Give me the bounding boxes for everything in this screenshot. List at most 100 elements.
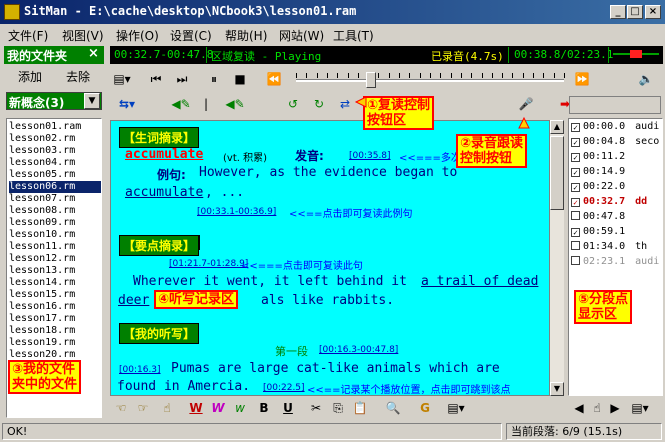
repeat-mode-icon[interactable]: ⇆▾ xyxy=(112,96,142,112)
fast-forward-icon[interactable]: ⏩ xyxy=(574,71,590,87)
checkbox[interactable]: ✓ xyxy=(571,228,580,237)
stop-icon[interactable]: ■ xyxy=(232,71,248,87)
minimize-button[interactable]: _ xyxy=(610,5,626,19)
checkbox[interactable] xyxy=(571,211,580,220)
close-button[interactable]: × xyxy=(645,5,661,19)
add-file-button[interactable]: 添加 xyxy=(18,68,42,85)
segment-options-icon[interactable]: ▤▾ xyxy=(630,400,650,416)
dictation-timestamp-1[interactable]: [00:16.3] xyxy=(119,365,161,375)
font-purple-icon[interactable]: W xyxy=(210,400,226,416)
file-item[interactable]: lesson12.rm xyxy=(9,253,101,265)
folder-select[interactable]: 新概念(3) ▼ xyxy=(6,92,102,110)
menu-tools[interactable]: 工具(T) xyxy=(333,27,374,44)
bold-icon[interactable]: B xyxy=(256,400,272,416)
mark-start-icon[interactable]: ◀✎ xyxy=(168,96,194,112)
checkbox[interactable] xyxy=(571,241,580,250)
font-red-icon[interactable]: W xyxy=(188,400,204,416)
segment-next-icon[interactable]: ▶ xyxy=(608,400,622,416)
paste-icon[interactable]: 📋 xyxy=(352,400,368,416)
menu-operate[interactable]: 操作(O) xyxy=(116,27,159,44)
close-icon[interactable]: × xyxy=(88,46,99,61)
find-icon[interactable]: 🔍 xyxy=(384,400,402,416)
segment-item[interactable]: ✓ 00:00.0 audi xyxy=(571,120,662,134)
file-item[interactable]: lesson06.rm xyxy=(9,181,101,193)
file-item[interactable]: lesson19.rm xyxy=(9,337,101,349)
file-item[interactable]: lesson04.rm xyxy=(9,157,101,169)
speaker-icon[interactable]: 🔈 xyxy=(638,71,654,87)
segment-item[interactable]: 00:47.8 xyxy=(571,210,662,224)
font-green-icon[interactable]: w xyxy=(232,400,248,416)
menu-file[interactable]: 文件(F) xyxy=(8,27,48,44)
file-item[interactable]: lesson03.rm xyxy=(9,145,101,157)
repeat-b-icon[interactable]: ↻ xyxy=(310,96,328,112)
segment-item[interactable]: 02:23.1 audi xyxy=(571,255,662,269)
insert-timestamp-icon[interactable]: ☜ xyxy=(112,400,130,416)
maximize-button[interactable]: □ xyxy=(627,5,643,19)
menu-website[interactable]: 网站(W) xyxy=(279,27,324,44)
segment-item[interactable]: ✓ 00:32.7 dd xyxy=(571,195,662,209)
menu-view[interactable]: 视图(V) xyxy=(62,27,104,44)
menu-help[interactable]: 帮助(H) xyxy=(225,27,267,44)
skip-back-icon[interactable]: ⏮ xyxy=(148,71,164,87)
segment-prev-icon[interactable]: ◀ xyxy=(572,400,586,416)
seek-thumb[interactable] xyxy=(366,72,376,88)
pause-icon[interactable]: ⏸ xyxy=(206,71,222,87)
checkbox[interactable] xyxy=(571,256,580,265)
file-item[interactable]: lesson07.rm xyxy=(9,193,101,205)
loop-icon[interactable]: ⇄ xyxy=(336,96,354,112)
copy-icon[interactable]: ⎘ xyxy=(330,400,346,416)
list-view-icon[interactable]: ▤▾ xyxy=(112,71,132,87)
goto-icon[interactable]: G xyxy=(416,400,434,416)
file-item[interactable]: lesson08.rm xyxy=(9,205,101,217)
scroll-down-icon[interactable]: ▼ xyxy=(550,382,564,396)
file-item[interactable]: lesson17.rm xyxy=(9,313,101,325)
segment-item[interactable]: ✓ 00:04.8 seco xyxy=(571,135,662,149)
scroll-thumb[interactable] xyxy=(550,136,564,210)
checkbox[interactable]: ✓ xyxy=(571,138,580,147)
file-item[interactable]: lesson15.rm xyxy=(9,289,101,301)
more-options-icon[interactable]: ▤▾ xyxy=(446,400,466,416)
checkbox[interactable]: ✓ xyxy=(571,123,580,132)
dictation-timestamp-2[interactable]: [00:22.5] xyxy=(263,383,305,393)
insert-range-icon[interactable]: ☞ xyxy=(134,400,152,416)
seek-slider[interactable] xyxy=(296,71,565,89)
editor-scrollbar[interactable]: ▲ ▼ xyxy=(550,120,564,396)
pronunciation-timestamp[interactable]: [00:35.8] xyxy=(349,151,391,161)
checkbox[interactable]: ✓ xyxy=(571,153,580,162)
segment-item[interactable]: ✓ 00:22.0 xyxy=(571,180,662,194)
record-follow-icon[interactable]: 🎤 xyxy=(516,96,536,112)
chevron-down-icon[interactable]: ▼ xyxy=(84,93,100,109)
mark-end-icon[interactable]: ◀✎ xyxy=(222,96,248,112)
segment-item[interactable]: ✓ 00:59.1 xyxy=(571,225,662,239)
checkbox[interactable]: ✓ xyxy=(571,198,580,207)
segment-item[interactable]: ✓ 00:14.9 xyxy=(571,165,662,179)
menu-settings[interactable]: 设置(C) xyxy=(170,27,212,44)
file-item[interactable]: lesson14.rm xyxy=(9,277,101,289)
file-item[interactable]: lesson18.rm xyxy=(9,325,101,337)
repeat-a-icon[interactable]: ↺ xyxy=(284,96,302,112)
checkbox[interactable]: ✓ xyxy=(571,183,580,192)
file-item[interactable]: lesson09.rm xyxy=(9,217,101,229)
scroll-up-icon[interactable]: ▲ xyxy=(550,120,564,134)
file-item[interactable]: lesson11.rm xyxy=(9,241,101,253)
underline-icon[interactable]: U xyxy=(280,400,296,416)
remove-file-button[interactable]: 去除 xyxy=(66,68,90,85)
cut-icon[interactable]: ✂ xyxy=(308,400,324,416)
segment-item[interactable]: 01:34.0 th xyxy=(571,240,662,254)
file-item[interactable]: lesson01.ram xyxy=(9,121,101,133)
insert-mark-icon[interactable]: ☝ xyxy=(158,400,176,416)
file-item[interactable]: lesson02.rm xyxy=(9,133,101,145)
example-timestamp[interactable]: [00:33.1-00:36.9] xyxy=(197,207,276,217)
segment-list[interactable]: ✓ 00:00.0 audi ✓ 00:04.8 seco ✓ 00:11.2 ✓ 00:14.9… xyxy=(568,118,663,396)
file-item[interactable]: lesson10.rm xyxy=(9,229,101,241)
file-item[interactable]: lesson05.rm xyxy=(9,169,101,181)
vocab-word[interactable]: accumulate xyxy=(125,147,203,162)
file-item[interactable]: lesson13.rm xyxy=(9,265,101,277)
checkbox[interactable]: ✓ xyxy=(571,168,580,177)
segment-edit-icon[interactable]: ☝ xyxy=(590,400,604,416)
paragraph-timestamp[interactable]: [00:16.3-00:47.8] xyxy=(319,345,398,355)
segment-item[interactable]: ✓ 00:11.2 xyxy=(571,150,662,164)
rewind-icon[interactable]: ⏪ xyxy=(266,71,282,87)
skip-forward-icon[interactable]: ⏭ xyxy=(174,71,190,87)
file-item[interactable]: lesson16.rm xyxy=(9,301,101,313)
